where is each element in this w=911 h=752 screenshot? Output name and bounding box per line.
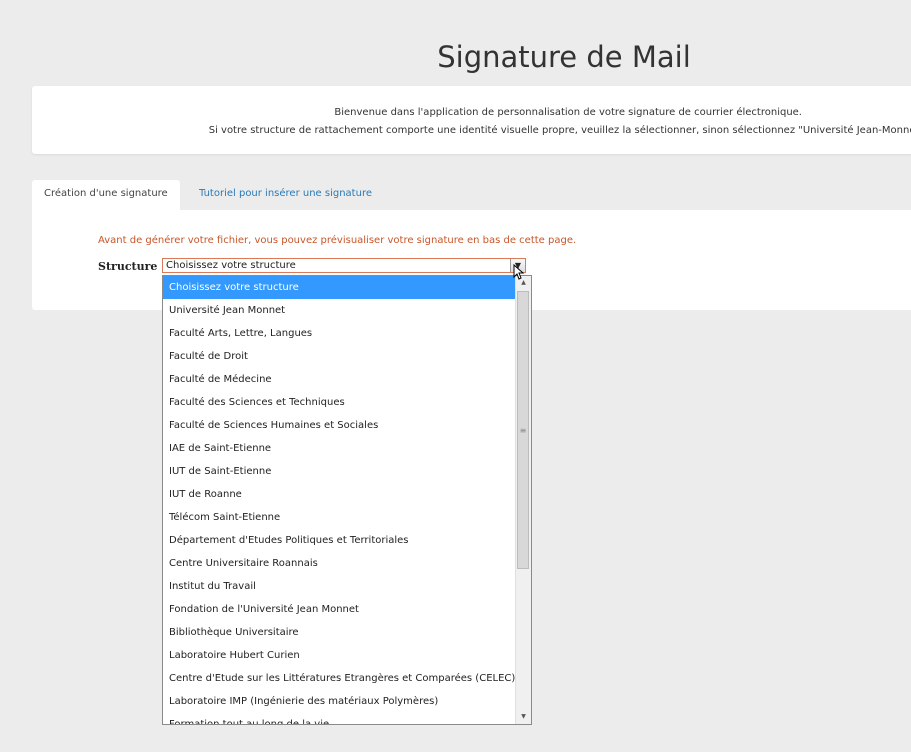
dropdown-options: Choisissez votre structure Université Jea… bbox=[163, 276, 516, 724]
dropdown-option[interactable]: Centre d'Etude sur les Littératures Etra… bbox=[163, 667, 516, 690]
tab-tutoriel[interactable]: Tutoriel pour insérer une signature bbox=[187, 180, 384, 210]
dropdown-option[interactable]: IUT de Roanne bbox=[163, 483, 516, 506]
dropdown-option[interactable]: Formation tout au long de la vie bbox=[163, 713, 516, 724]
arrow-down-icon[interactable]: ▼ bbox=[516, 710, 531, 724]
scroll-thumb[interactable]: ≡ bbox=[517, 291, 529, 569]
dropdown-option[interactable]: Choisissez votre structure bbox=[163, 276, 516, 299]
mouse-pointer-icon bbox=[513, 264, 525, 280]
dropdown-option[interactable]: Institut du Travail bbox=[163, 575, 516, 598]
dropdown-option[interactable]: Faculté de Sciences Humaines et Sociales bbox=[163, 414, 516, 437]
dropdown-option[interactable]: IAE de Saint-Etienne bbox=[163, 437, 516, 460]
preview-note: Avant de générer votre fichier, vous pou… bbox=[98, 235, 577, 246]
dropdown-option[interactable]: Département d'Etudes Politiques et Terri… bbox=[163, 529, 516, 552]
dropdown-scrollbar[interactable]: ▲ ≡ ▼ bbox=[515, 276, 531, 724]
page-title: Signature de Mail bbox=[437, 40, 691, 74]
structure-dropdown-list[interactable]: Choisissez votre structure Université Jea… bbox=[162, 275, 532, 725]
dropdown-option[interactable]: Université Jean Monnet bbox=[163, 299, 516, 322]
structure-select[interactable]: Choisissez votre structure ▼ bbox=[162, 258, 526, 273]
structure-label: Structure : bbox=[98, 260, 166, 273]
dropdown-option[interactable]: Faculté Arts, Lettre, Langues bbox=[163, 322, 516, 345]
dropdown-option[interactable]: Laboratoire Hubert Curien bbox=[163, 644, 516, 667]
dropdown-option[interactable]: Fondation de l'Université Jean Monnet bbox=[163, 598, 516, 621]
dropdown-option[interactable]: IUT de Saint-Etienne bbox=[163, 460, 516, 483]
tab-creation-signature[interactable]: Création d'une signature bbox=[32, 180, 180, 210]
dropdown-option[interactable]: Bibliothèque Universitaire bbox=[163, 621, 516, 644]
welcome-text-line-2: Si votre structure de rattachement compo… bbox=[208, 125, 911, 136]
dropdown-option[interactable]: Télécom Saint-Etienne bbox=[163, 506, 516, 529]
dropdown-option[interactable]: Centre Universitaire Roannais bbox=[163, 552, 516, 575]
dropdown-option[interactable]: Faculté de Droit bbox=[163, 345, 516, 368]
welcome-text-line-1: Bienvenue dans l'application de personna… bbox=[334, 107, 802, 118]
structure-select-value: Choisissez votre structure bbox=[166, 260, 296, 271]
dropdown-option[interactable]: Laboratoire IMP (Ingénierie des matériau… bbox=[163, 690, 516, 713]
dropdown-option[interactable]: Faculté de Médecine bbox=[163, 368, 516, 391]
welcome-panel: Bienvenue dans l'application de personna… bbox=[32, 86, 911, 154]
dropdown-option[interactable]: Faculté des Sciences et Techniques bbox=[163, 391, 516, 414]
